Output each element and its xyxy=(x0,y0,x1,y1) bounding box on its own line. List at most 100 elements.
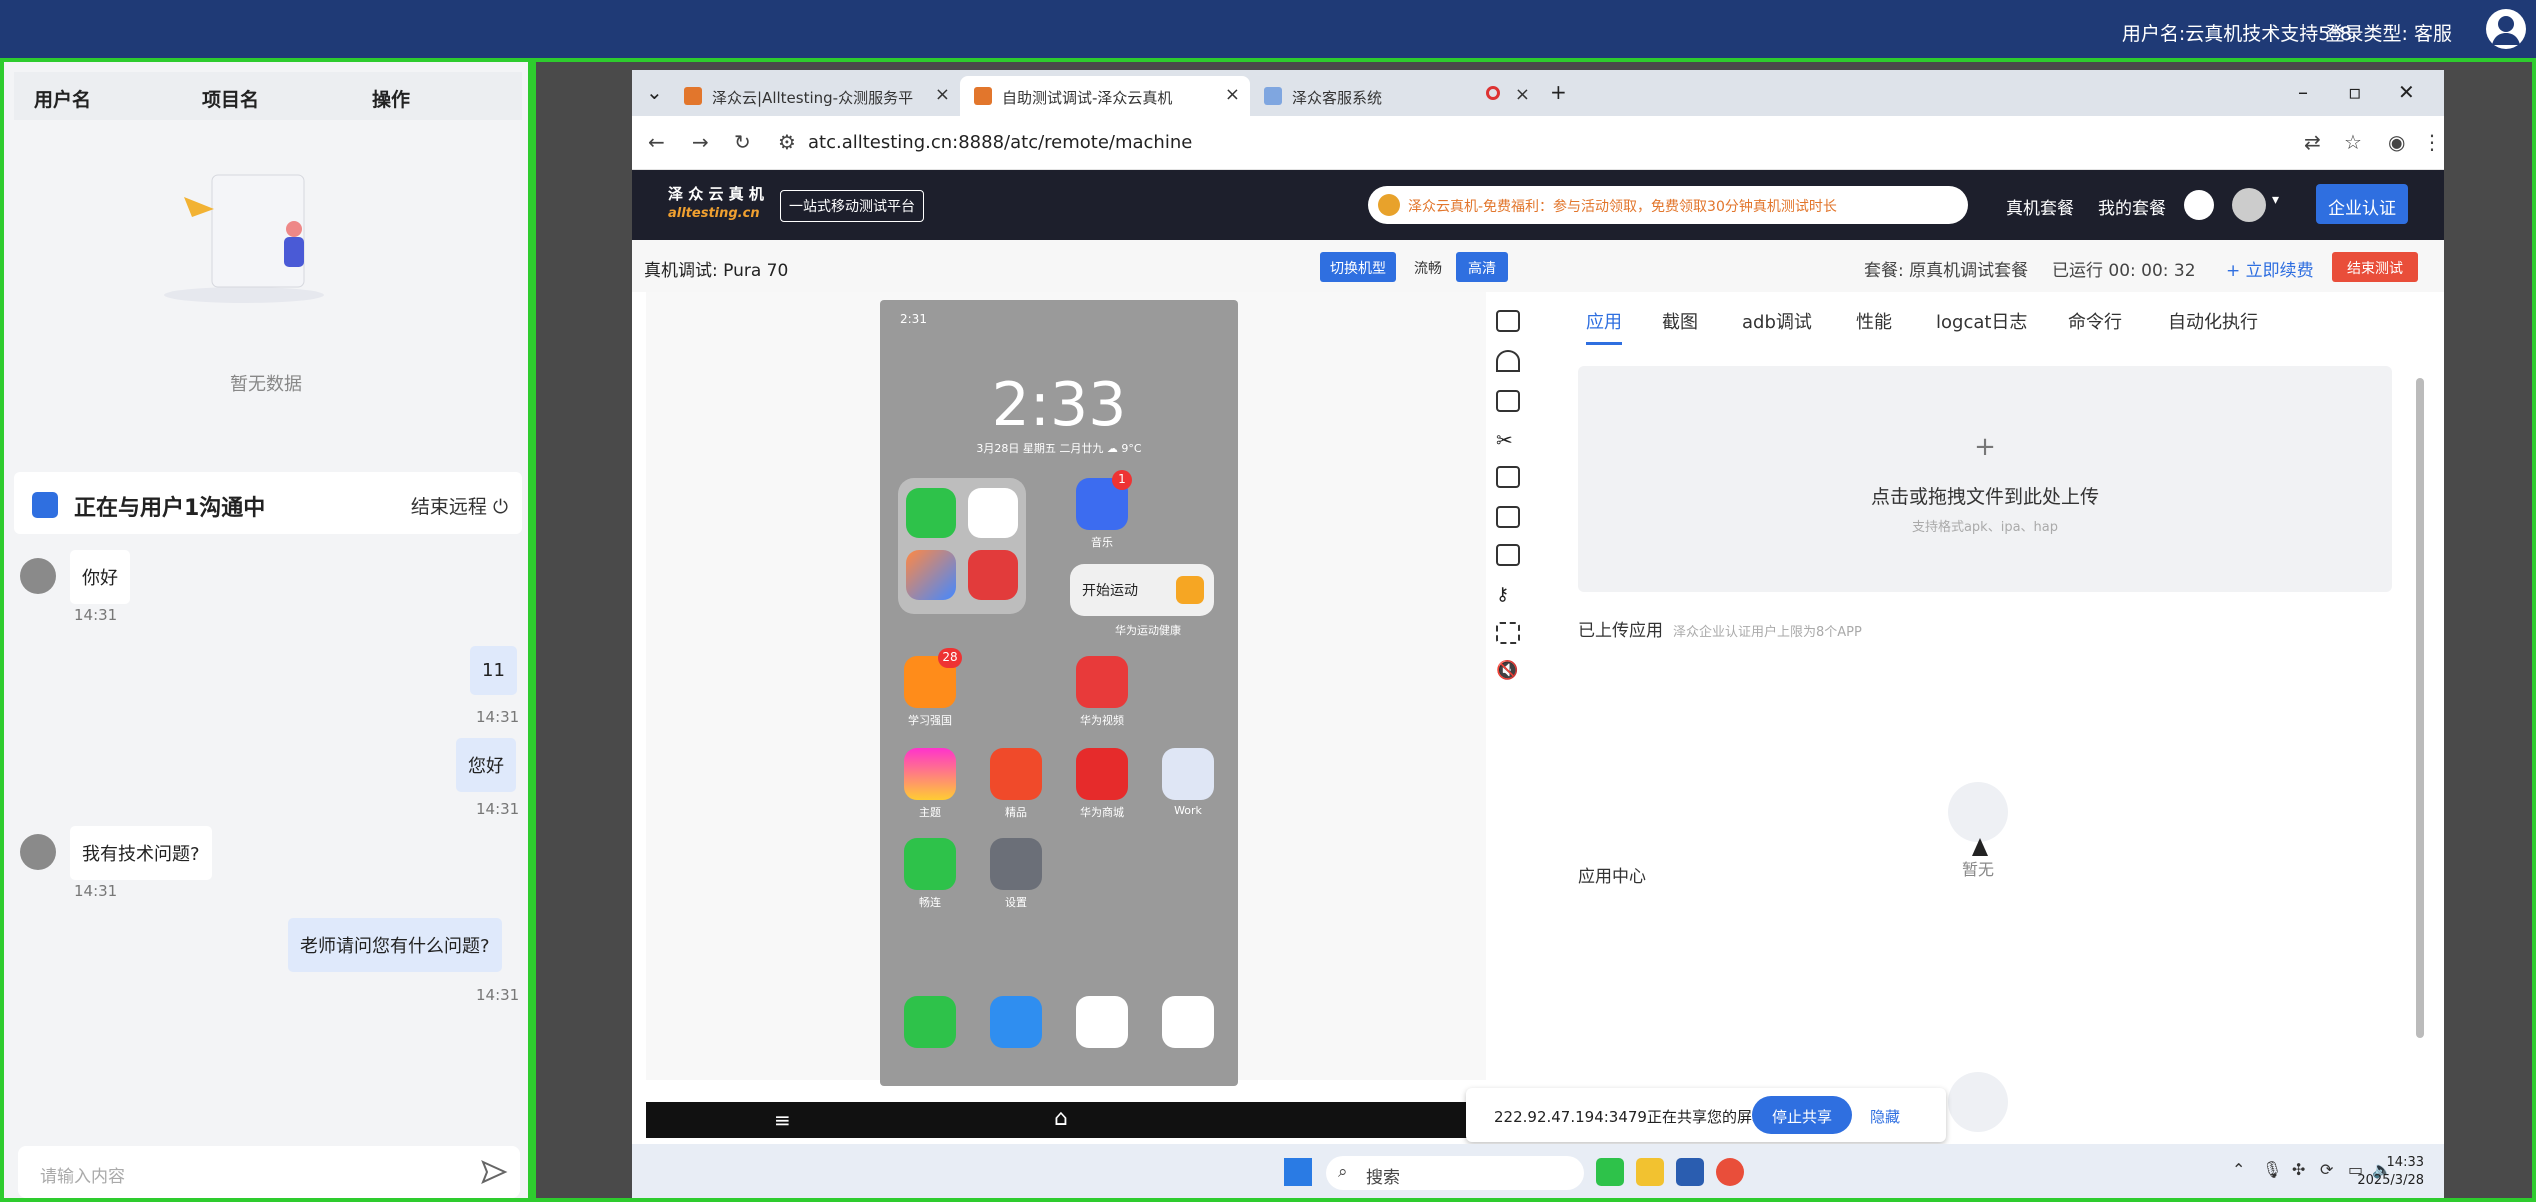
site-logo[interactable]: 泽 众 云 真 机 alltesting.cn xyxy=(668,184,764,224)
tab-list-icon[interactable]: ⌄ xyxy=(646,80,663,104)
word-icon[interactable] xyxy=(1676,1158,1704,1186)
taskbar-search[interactable]: ⌕ 搜索 xyxy=(1326,1156,1584,1190)
rotate-icon[interactable] xyxy=(1496,390,1520,412)
mute-icon[interactable]: 🔇 xyxy=(1496,660,1520,682)
notice-bar[interactable]: 泽众云真机-免费福利：参与活动领取，免费领取30分钟真机测试时长 xyxy=(1368,186,1968,224)
tool-panel: 应用 截图 adb调试 性能 logcat日志 命令行 自动化执行 + 点击或拖… xyxy=(1578,292,2444,1192)
wechat-icon[interactable] xyxy=(906,488,956,538)
panel-scrollbar[interactable] xyxy=(2416,378,2424,1038)
uploaded-apps-title: 已上传应用 xyxy=(1578,621,1663,641)
app-label: 精品 xyxy=(1005,806,1027,819)
device-screen[interactable]: 2:31 2:33 3月28日 星期五 二月廿九 ☁ 9°C 1 音乐 开始运动… xyxy=(880,300,1238,1086)
upload-hint: 支持格式apk、ipa、hap xyxy=(1911,520,2059,535)
account-avatar[interactable] xyxy=(2232,188,2266,222)
renew-button[interactable]: + 立即续费 xyxy=(2226,256,2314,281)
settings-icon[interactable] xyxy=(990,838,1042,890)
tab-remote-machine[interactable]: 自助测试调试-泽众云真机 × xyxy=(960,76,1250,116)
tab-performance[interactable]: 性能 xyxy=(1856,308,1892,334)
system-clock[interactable]: 14:33 2025/3/28 xyxy=(2357,1154,2424,1190)
tab-apps[interactable]: 应用 xyxy=(1586,308,1622,345)
chat-input[interactable]: 请输入内容 xyxy=(18,1146,520,1198)
scissors-icon[interactable]: ✂ xyxy=(1496,428,1520,452)
enterprise-auth-button[interactable]: 企业认证 xyxy=(2316,184,2408,224)
bookmark-icon[interactable]: ☆ xyxy=(2344,130,2362,154)
share-text: 222.92.47.194:3479正在共享您的屏幕。 xyxy=(1494,1108,1782,1126)
close-icon[interactable]: × xyxy=(1515,84,1530,105)
chrome-icon[interactable] xyxy=(1716,1158,1744,1186)
wifi-icon[interactable] xyxy=(1496,350,1520,372)
avatar[interactable] xyxy=(2486,9,2526,49)
screenshot-icon[interactable] xyxy=(1496,506,1520,528)
message-time: 14:31 xyxy=(476,986,520,1004)
close-icon[interactable]: × xyxy=(1225,84,1240,105)
bank-app-icon[interactable] xyxy=(968,488,1018,538)
text-input-icon[interactable] xyxy=(1496,466,1520,488)
stop-share-button[interactable]: 停止共享 xyxy=(1752,1096,1852,1134)
back-icon[interactable]: ← xyxy=(648,130,665,154)
tab-screenshot[interactable]: 截图 xyxy=(1662,308,1698,334)
browser-icon[interactable] xyxy=(1076,996,1128,1048)
messages-icon[interactable] xyxy=(990,996,1042,1048)
image-icon[interactable] xyxy=(1496,544,1520,566)
message-app-icon[interactable] xyxy=(904,838,956,890)
translate-icon[interactable]: ⇄ xyxy=(2304,130,2321,154)
package-label: 套餐: 原真机调试套餐 xyxy=(1864,261,2029,281)
minimize-icon[interactable]: – xyxy=(2298,80,2308,104)
sync-icon[interactable]: ⟳ xyxy=(2320,1160,2333,1179)
video-app-icon[interactable] xyxy=(1076,656,1128,708)
chevron-down-icon[interactable]: ▾ xyxy=(2272,192,2279,208)
phone-icon[interactable] xyxy=(904,996,956,1048)
file-explorer-icon[interactable] xyxy=(1636,1158,1664,1186)
vmall-app-icon[interactable] xyxy=(1076,748,1128,800)
fullscreen-icon[interactable] xyxy=(1496,622,1520,644)
url-field[interactable]: atc.alltesting.cn:8888/atc/remote/machin… xyxy=(808,132,1192,153)
nav-machine-package[interactable]: 真机套餐 xyxy=(2006,194,2074,219)
tab-adb[interactable]: adb调试 xyxy=(1742,308,1812,334)
huawei-icon[interactable] xyxy=(968,550,1018,600)
close-window-icon[interactable]: ✕ xyxy=(2398,80,2415,104)
app-folder[interactable] xyxy=(898,478,1026,614)
menu-key-icon[interactable]: ≡ xyxy=(774,1108,791,1132)
favicon-icon xyxy=(684,87,702,105)
mouse-cursor-icon xyxy=(1972,838,1988,856)
fluent-quality-button[interactable]: 流畅 xyxy=(1408,252,1448,282)
switch-device-button[interactable]: 切换机型 xyxy=(1320,252,1396,282)
windows-start-icon[interactable] xyxy=(1284,1158,1312,1186)
mic-icon[interactable]: 🎙 xyxy=(2262,1160,2282,1179)
end-test-button[interactable]: 结束测试 xyxy=(2332,252,2418,282)
tab-command-line[interactable]: 命令行 xyxy=(2068,308,2122,334)
end-remote-button[interactable]: 结束远程 ⏻ xyxy=(411,492,508,519)
gallery-icon[interactable] xyxy=(906,550,956,600)
upload-dropzone[interactable]: + 点击或拖拽文件到此处上传 支持格式apk、ipa、hap xyxy=(1578,366,2392,592)
camera-icon[interactable] xyxy=(1162,996,1214,1048)
hide-button[interactable]: 隐藏 xyxy=(1870,1106,1900,1127)
tab-logcat[interactable]: logcat日志 xyxy=(1936,308,2027,334)
send-icon[interactable] xyxy=(480,1158,508,1186)
store-app-icon[interactable] xyxy=(990,748,1042,800)
wechat-taskbar-icon[interactable] xyxy=(1596,1158,1624,1186)
forward-icon[interactable]: → xyxy=(692,130,709,154)
tray-chevron-icon[interactable]: ⌃ xyxy=(2232,1160,2245,1179)
support-icon[interactable] xyxy=(2184,190,2214,220)
key-icon[interactable]: ⚷ xyxy=(1496,584,1520,606)
reload-icon[interactable]: ↻ xyxy=(734,130,751,154)
chat-message: 我有技术问题? xyxy=(70,826,212,880)
menu-icon[interactable]: ⋮ xyxy=(2422,130,2442,154)
tab-alltesting[interactable]: 泽众云|Alltesting-众测服务平 × xyxy=(670,76,960,116)
site-info-icon[interactable]: ⚙ xyxy=(778,130,796,154)
close-icon[interactable]: × xyxy=(935,84,950,105)
home-key-icon[interactable]: ⌂ xyxy=(1054,1106,1068,1131)
theme-app-icon[interactable] xyxy=(904,748,956,800)
nav-my-package[interactable]: 我的套餐 xyxy=(2098,194,2166,219)
restore-icon[interactable]: ▫ xyxy=(2348,80,2362,104)
hd-quality-button[interactable]: 高清 xyxy=(1456,252,1508,282)
profile-icon[interactable]: ◉ xyxy=(2388,130,2405,154)
lock-icon[interactable] xyxy=(1496,310,1520,332)
tab-automation[interactable]: 自动化执行 xyxy=(2168,308,2258,334)
new-tab-icon[interactable]: + xyxy=(1550,80,1567,104)
location-icon[interactable]: ✣ xyxy=(2292,1160,2305,1179)
sport-widget[interactable]: 开始运动 xyxy=(1070,564,1214,616)
notice-icon xyxy=(1378,194,1400,216)
work-folder-icon[interactable] xyxy=(1162,748,1214,800)
tab-service-system[interactable]: 泽众客服系统 × xyxy=(1250,76,1540,116)
